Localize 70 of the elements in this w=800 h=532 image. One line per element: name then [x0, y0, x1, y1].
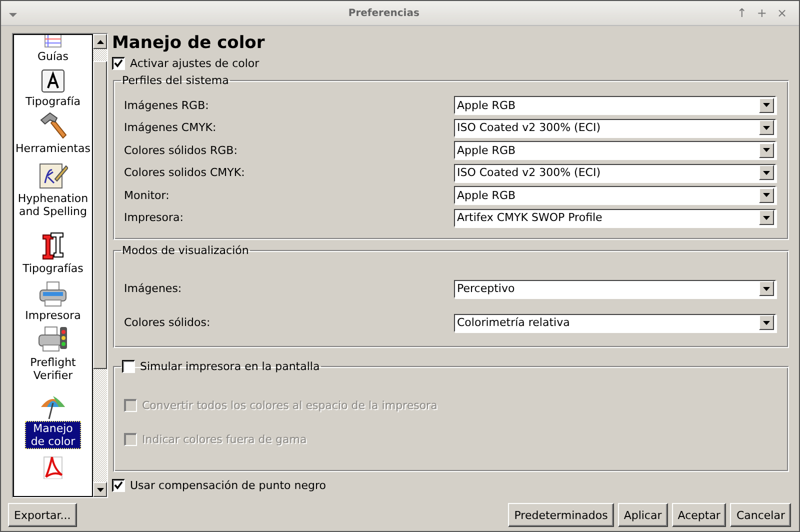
checkbox[interactable]	[112, 479, 125, 492]
dropdown[interactable]: ISO Coated v2 300% (ECI)	[454, 118, 776, 136]
dropdown[interactable]: Colorimetría relativa	[454, 314, 776, 332]
field-label: Colores sólidos RGB:	[124, 144, 238, 156]
checkbox[interactable]	[122, 360, 135, 373]
sidebar-entry[interactable]: Impresora	[23, 280, 83, 323]
field-label: Colores sólidos:	[124, 316, 212, 329]
window-title: Preferencias	[347, 8, 420, 18]
caret-icon	[763, 170, 770, 174]
page-title: Manejo de color	[112, 33, 266, 53]
sidebar-item[interactable]: Hyphenation and Spelling	[14, 191, 92, 219]
field-label: Imágenes CMYK:	[124, 121, 218, 134]
sidebar-entry[interactable]: Preflight Verifier	[14, 325, 92, 383]
field-label: Imágenes RGB:	[124, 98, 210, 112]
sidebar-entry[interactable]: Tipografías	[20, 231, 86, 276]
window-control[interactable]: ×	[776, 6, 787, 20]
scroll-up-icon[interactable]	[96, 40, 104, 44]
hammer-icon[interactable]	[38, 111, 68, 141]
sidebar-item[interactable]: Tipografía	[23, 94, 83, 109]
dropdown[interactable]: Apple RGB	[454, 96, 776, 114]
caret-icon	[763, 193, 770, 197]
caret-icon	[763, 126, 770, 130]
scroll-down-icon[interactable]	[96, 488, 104, 492]
letter-icon[interactable]	[40, 68, 66, 94]
caret-icon	[763, 286, 770, 290]
printer-icon[interactable]	[38, 280, 68, 308]
sidebar-entry[interactable]: Herramientas	[14, 111, 92, 156]
checkbox-label: Activar ajustes de color	[130, 56, 260, 70]
umbrella-icon[interactable]	[39, 393, 67, 421]
sidebar-item[interactable]: Preflight Verifier	[14, 355, 92, 383]
field-label: Imágenes:	[124, 282, 183, 295]
font-icon[interactable]	[40, 231, 66, 261]
group-title: Modos de visualización	[121, 244, 250, 256]
sidebar-entry[interactable]: Hyphenation and Spelling	[14, 161, 92, 219]
window-control[interactable]: +	[756, 6, 767, 20]
sidebar-entry[interactable]: Guías	[35, 35, 71, 64]
checkbox-label: Simular impresora en la pantalla	[140, 360, 320, 373]
dropdown[interactable]: Apple RGB	[454, 141, 776, 159]
dropdown[interactable]: Apple RGB	[454, 186, 776, 204]
sidebar-item[interactable]: Herramientas	[14, 141, 92, 156]
checkbox-label: Convertir todos los colores al espacio de la impresora	[142, 399, 438, 412]
sidebar-item[interactable]: Impresora	[23, 308, 83, 323]
field-label: Colores solidos CMYK:	[124, 166, 246, 179]
caret-icon	[763, 216, 770, 220]
dialog-button[interactable]: Predeterminados	[508, 503, 614, 527]
dialog-button[interactable]: Aplicar	[618, 503, 668, 527]
field-label: Impresora:	[124, 211, 184, 224]
caret-icon	[763, 148, 770, 152]
sidebar-entry[interactable]: Tipografía	[23, 68, 83, 109]
dialog-button[interactable]: Aceptar	[672, 503, 726, 527]
sidebar-item[interactable]: Tipografías	[20, 261, 86, 276]
dropdown[interactable]: ISO Coated v2 300% (ECI)	[454, 164, 776, 182]
checkbox-label: Indicar colores fuera de gama	[142, 433, 307, 446]
field-label: Monitor:	[124, 188, 170, 202]
scrollbar[interactable]	[93, 34, 107, 497]
menu-icon[interactable]	[9, 12, 17, 16]
caret-icon	[763, 320, 770, 324]
sidebar-entry[interactable]: Manejo de color	[25, 393, 81, 449]
sidebar-item[interactable]: Guías	[35, 49, 71, 64]
checkbox[interactable]	[112, 56, 125, 70]
dialog-button[interactable]: Cancelar	[730, 503, 791, 527]
dropdown[interactable]: Perceptivo	[454, 280, 776, 298]
window-control[interactable]: ↑	[736, 6, 747, 20]
checkbox-label: Usar compensación de punto negro	[130, 479, 326, 492]
caret-icon	[763, 103, 770, 107]
group-title: Perfiles del sistema	[121, 74, 230, 87]
sidebar-item[interactable]: Manejo de color	[25, 421, 81, 449]
dropdown[interactable]: Artifex CMYK SWOP Profile	[454, 208, 776, 226]
pen-icon[interactable]	[38, 161, 68, 191]
dialog-button[interactable]: Exportar...	[8, 503, 77, 527]
